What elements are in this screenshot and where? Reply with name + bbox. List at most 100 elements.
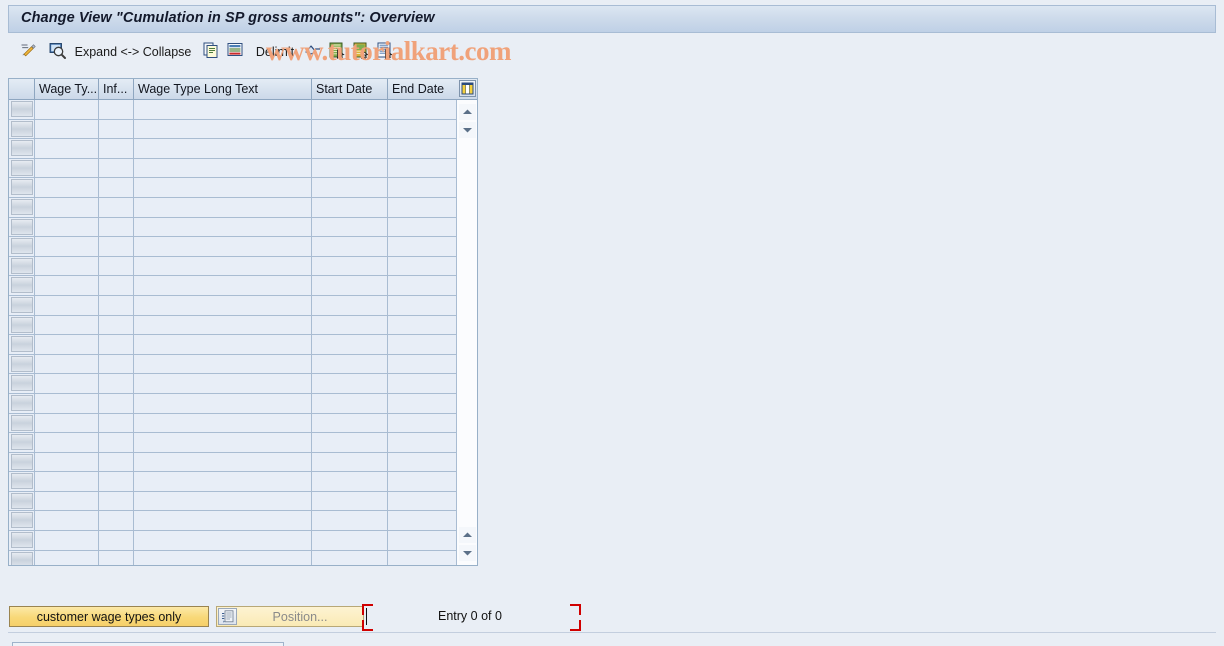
table-cell[interactable] — [312, 511, 388, 531]
table-cell[interactable] — [35, 100, 99, 119]
table-cell[interactable] — [134, 413, 312, 433]
table-row[interactable] — [9, 217, 477, 238]
toolbar-button-delimit[interactable]: Delimit — [252, 40, 298, 64]
table-settings-icon[interactable] — [459, 80, 476, 97]
toolbar-button-deselect-all[interactable] — [350, 40, 372, 64]
table-cell[interactable] — [35, 315, 99, 335]
table-cell[interactable] — [9, 295, 35, 315]
table-cell[interactable] — [99, 433, 134, 452]
table-header-wage-type[interactable]: Wage Ty... — [35, 79, 99, 99]
table-cell[interactable] — [99, 550, 134, 565]
table-cell[interactable] — [35, 237, 99, 256]
table-cell[interactable] — [134, 178, 312, 197]
table-cell[interactable] — [312, 315, 388, 335]
table-cell[interactable] — [134, 550, 312, 565]
table-cell[interactable] — [35, 452, 99, 472]
table-cell[interactable] — [312, 531, 388, 550]
table-cell[interactable] — [312, 374, 388, 393]
table-cell[interactable] — [312, 393, 388, 413]
table-cell[interactable] — [134, 393, 312, 413]
table-cell[interactable] — [99, 413, 134, 433]
table-cell[interactable] — [388, 492, 457, 511]
table-row[interactable] — [9, 413, 477, 434]
table-cell[interactable] — [35, 354, 99, 374]
table-cell[interactable] — [9, 374, 35, 393]
table-header-selector[interactable] — [9, 79, 35, 99]
table-cell[interactable] — [9, 354, 35, 374]
table-cell[interactable] — [35, 531, 99, 550]
table-row[interactable] — [9, 433, 477, 453]
table-cell[interactable] — [9, 550, 35, 565]
table-cell[interactable] — [9, 452, 35, 472]
table-cell[interactable] — [99, 197, 134, 217]
toolbar-button-display-entry[interactable] — [44, 40, 70, 64]
table-cell[interactable] — [9, 237, 35, 256]
table-cell[interactable] — [388, 159, 457, 178]
table-cell[interactable] — [35, 295, 99, 315]
table-cell[interactable] — [99, 472, 134, 491]
table-cell[interactable] — [312, 472, 388, 491]
table-cell[interactable] — [9, 276, 35, 295]
table-row[interactable] — [9, 452, 477, 473]
table-cell[interactable] — [9, 413, 35, 433]
table-cell[interactable] — [388, 218, 457, 237]
table-cell[interactable] — [9, 472, 35, 491]
table-cell[interactable] — [9, 531, 35, 550]
table-cell[interactable] — [35, 197, 99, 217]
table-row[interactable] — [9, 119, 477, 140]
table-cell[interactable] — [35, 550, 99, 565]
table-cell[interactable] — [134, 197, 312, 217]
table-cell[interactable] — [9, 100, 35, 119]
table-cell[interactable] — [312, 276, 388, 295]
table-cell[interactable] — [99, 237, 134, 256]
table-cell[interactable] — [99, 315, 134, 335]
table-cell[interactable] — [312, 237, 388, 256]
table-cell[interactable] — [99, 452, 134, 472]
table-cell[interactable] — [312, 217, 388, 237]
table-cell[interactable] — [99, 119, 134, 139]
table-cell[interactable] — [134, 335, 312, 354]
table-cell[interactable] — [35, 276, 99, 295]
table-header-end-date[interactable]: End Date — [388, 79, 457, 99]
table-cell[interactable] — [388, 100, 457, 119]
table-cell[interactable] — [388, 551, 457, 565]
table-row[interactable] — [9, 315, 477, 336]
table-header-start-date[interactable]: Start Date — [312, 79, 388, 99]
table-cell[interactable] — [312, 413, 388, 433]
table-cell[interactable] — [99, 354, 134, 374]
table-cell[interactable] — [312, 256, 388, 276]
table-cell[interactable] — [312, 335, 388, 354]
table-header-wage-type-long-text[interactable]: Wage Type Long Text — [134, 79, 312, 99]
table-cell[interactable] — [35, 335, 99, 354]
table-cell[interactable] — [35, 433, 99, 452]
table-cell[interactable] — [134, 452, 312, 472]
table-cell[interactable] — [312, 197, 388, 217]
customer-wage-types-only-button[interactable]: customer wage types only — [9, 606, 209, 627]
table-row[interactable] — [9, 491, 477, 512]
table-row[interactable] — [9, 197, 477, 218]
table-cell[interactable] — [9, 511, 35, 531]
scroll-page-down-button[interactable] — [459, 527, 476, 543]
table-cell[interactable] — [312, 354, 388, 374]
table-cell[interactable] — [388, 394, 457, 413]
table-cell[interactable] — [9, 139, 35, 158]
table-cell[interactable] — [134, 433, 312, 452]
toolbar-button-expand-collapse[interactable]: Expand <-> Collapse — [74, 40, 192, 64]
table-cell[interactable] — [134, 374, 312, 393]
toolbar-button-copy-as[interactable] — [200, 40, 222, 64]
table-row[interactable] — [9, 256, 477, 277]
table-cell[interactable] — [35, 217, 99, 237]
table-cell[interactable] — [9, 178, 35, 197]
toolbar-button-delete-row[interactable] — [224, 40, 246, 64]
table-cell[interactable] — [35, 119, 99, 139]
table-cell[interactable] — [35, 472, 99, 491]
table-cell[interactable] — [388, 198, 457, 217]
table-cell[interactable] — [134, 531, 312, 550]
table-cell[interactable] — [388, 414, 457, 433]
table-cell[interactable] — [99, 178, 134, 197]
table-cell[interactable] — [99, 217, 134, 237]
table-header-infotype[interactable]: Inf... — [99, 79, 134, 99]
table-cell[interactable] — [312, 550, 388, 565]
table-cell[interactable] — [388, 316, 457, 335]
table-cell[interactable] — [9, 119, 35, 139]
